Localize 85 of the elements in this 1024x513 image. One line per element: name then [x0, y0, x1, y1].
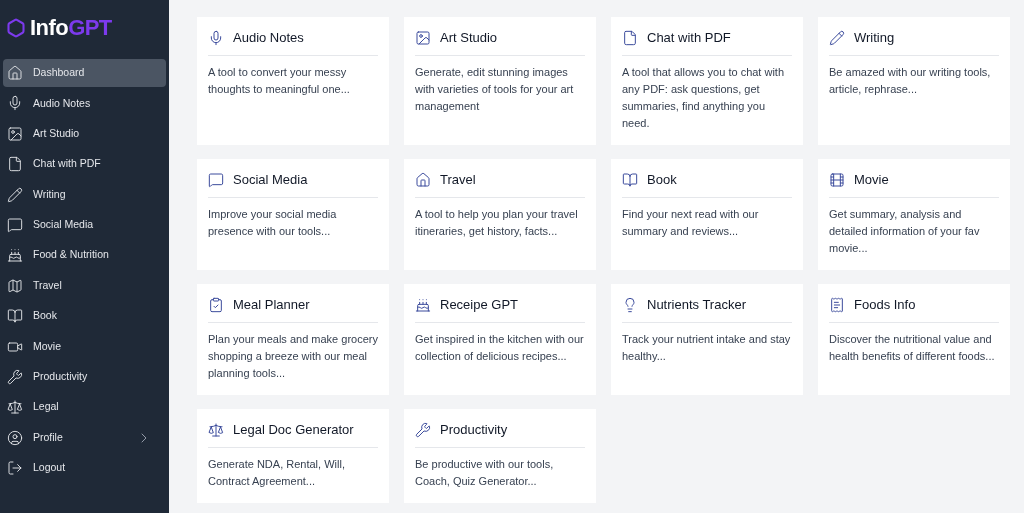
- lightbulb-icon: [622, 297, 638, 313]
- clipboard-icon: [208, 297, 224, 313]
- card-description: Be amazed with our writing tools, article, rephrase...: [829, 65, 992, 97]
- card-title: Movie: [854, 171, 889, 190]
- scale-icon: [208, 422, 224, 438]
- sidebar-item[interactable]: Legal: [3, 393, 166, 422]
- card-description: Plan your meals and make grocery shopping a breeze with our meal planning tools...: [208, 332, 378, 381]
- scale-icon: [7, 399, 23, 416]
- home-icon: [415, 172, 431, 188]
- card-description: Find your next read with our summary and reviews...: [622, 207, 760, 239]
- card-title: Book: [647, 171, 677, 190]
- film-icon: [829, 172, 845, 188]
- tool-card[interactable]: Movie Get summary, analysis and detailed information of your fav movie...: [818, 159, 1010, 270]
- sidebar-item[interactable]: Audio Notes: [3, 89, 166, 118]
- card-title: Writing: [854, 29, 895, 48]
- user-icon: [7, 429, 23, 446]
- tool-card[interactable]: Audio Notes A tool to convert your messy thoughts to meaningful one...: [197, 17, 389, 145]
- tool-card[interactable]: Productivity Be productive with our tools, Coach, Quiz Generator...: [404, 409, 596, 503]
- sidebar-item[interactable]: Food & Nutrition: [3, 241, 166, 270]
- sidebar-item[interactable]: Chat with PDF: [3, 150, 166, 179]
- card-description: A tool to convert your messy thoughts to meaningful one...: [208, 65, 351, 97]
- tool-card[interactable]: Legal Doc Generator Generate NDA, Rental, Will, Contract Agreement...: [197, 409, 389, 503]
- document-icon: [7, 156, 23, 173]
- card-description: Generate, edit stunning images with varieties of tools for your art management: [415, 65, 575, 114]
- microphone-icon: [208, 30, 224, 46]
- tool-card[interactable]: Art Studio Generate, edit stunning images with varieties of tools for your art management: [404, 17, 596, 145]
- pencil-icon: [829, 30, 845, 46]
- card-title: Travel: [440, 171, 476, 190]
- card-description: Discover the nutritional value and health benefits of different foods...: [829, 332, 996, 364]
- sidebar-item[interactable]: Travel: [3, 271, 166, 300]
- tools-icon: [7, 368, 23, 385]
- image-icon: [7, 125, 23, 142]
- tool-card[interactable]: Meal Planner Plan your meals and make grocery shopping a breeze with our meal planning tools...: [197, 284, 389, 395]
- cake-icon: [415, 297, 431, 313]
- card-description: Get inspired in the kitchen with our collection of delicious recipes...: [415, 332, 585, 364]
- card-title: Audio Notes: [233, 29, 304, 48]
- sidebar-item[interactable]: Dashboard: [3, 59, 166, 87]
- receipt-icon: [829, 297, 845, 313]
- home-icon: [7, 65, 23, 81]
- card-description: Track your nutrient intake and stay healthy...: [622, 332, 792, 364]
- sidebar-item[interactable]: Movie: [3, 332, 166, 361]
- image-icon: [415, 30, 431, 46]
- book-icon: [7, 308, 23, 325]
- card-description: Improve your social media presence with our tools...: [208, 207, 338, 239]
- tool-card[interactable]: Writing Be amazed with our writing tools, article, rephrase...: [818, 17, 1010, 145]
- tool-card[interactable]: Foods Info Discover the nutritional value and health benefits of different foods...: [818, 284, 1010, 395]
- card-title: Legal Doc Generator: [233, 421, 354, 440]
- tool-card[interactable]: Chat with PDF A tool that allows you to chat with any PDF: ask questions, get summaries, find anything you need.: [611, 17, 803, 145]
- card-description: A tool to help you plan your travel itineraries, get history, facts...: [415, 207, 579, 239]
- sidebar-item[interactable]: Writing: [3, 180, 166, 209]
- card-description: A tool that allows you to chat with any PDF: ask questions, get summaries, find anything you need.: [622, 65, 786, 131]
- card-description: Be productive with our tools, Coach, Quiz Generator...: [415, 457, 555, 489]
- tool-card[interactable]: Travel A tool to help you plan your travel itineraries, get history, facts...: [404, 159, 596, 270]
- logo-icon: [6, 18, 26, 38]
- card-title: Social Media: [233, 171, 308, 190]
- sidebar-item[interactable]: Social Media: [3, 210, 166, 239]
- pencil-icon: [7, 186, 23, 203]
- speech-bubble-icon: [7, 216, 23, 233]
- tools-icon: [415, 422, 431, 438]
- card-title: Nutrients Tracker: [647, 296, 746, 315]
- card-title: Productivity: [440, 421, 508, 440]
- logo: InfoGPT: [30, 17, 112, 39]
- speech-bubble-icon: [208, 172, 224, 188]
- card-description: Generate NDA, Rental, Will, Contract Agreement...: [208, 457, 346, 489]
- sidebar-item[interactable]: Profile: [3, 423, 166, 452]
- map-icon: [7, 277, 23, 294]
- logout-icon: [7, 460, 23, 477]
- tool-card[interactable]: Nutrients Tracker Track your nutrient intake and stay healthy...: [611, 284, 803, 395]
- card-title: Meal Planner: [233, 296, 310, 315]
- tool-card[interactable]: Receipe GPT Get inspired in the kitchen with our collection of delicious recipes...: [404, 284, 596, 395]
- tool-card[interactable]: Book Find your next read with our summary and reviews...: [611, 159, 803, 270]
- sidebar-item[interactable]: Book: [3, 302, 166, 331]
- tool-card[interactable]: Social Media Improve your social media presence with our tools...: [197, 159, 389, 270]
- sidebar-item[interactable]: Logout: [3, 454, 166, 483]
- card-title: Chat with PDF: [647, 29, 731, 48]
- card-title: Art Studio: [440, 29, 498, 48]
- card-title: Foods Info: [854, 296, 916, 315]
- microphone-icon: [7, 95, 23, 112]
- cake-icon: [7, 247, 23, 264]
- card-description: Get summary, analysis and detailed information of your fav movie...: [829, 207, 981, 256]
- card-title: Receipe GPT: [440, 296, 519, 315]
- document-icon: [622, 30, 638, 46]
- sidebar-item[interactable]: Productivity: [3, 362, 166, 391]
- sidebar-item[interactable]: Art Studio: [3, 119, 166, 148]
- book-icon: [622, 172, 638, 188]
